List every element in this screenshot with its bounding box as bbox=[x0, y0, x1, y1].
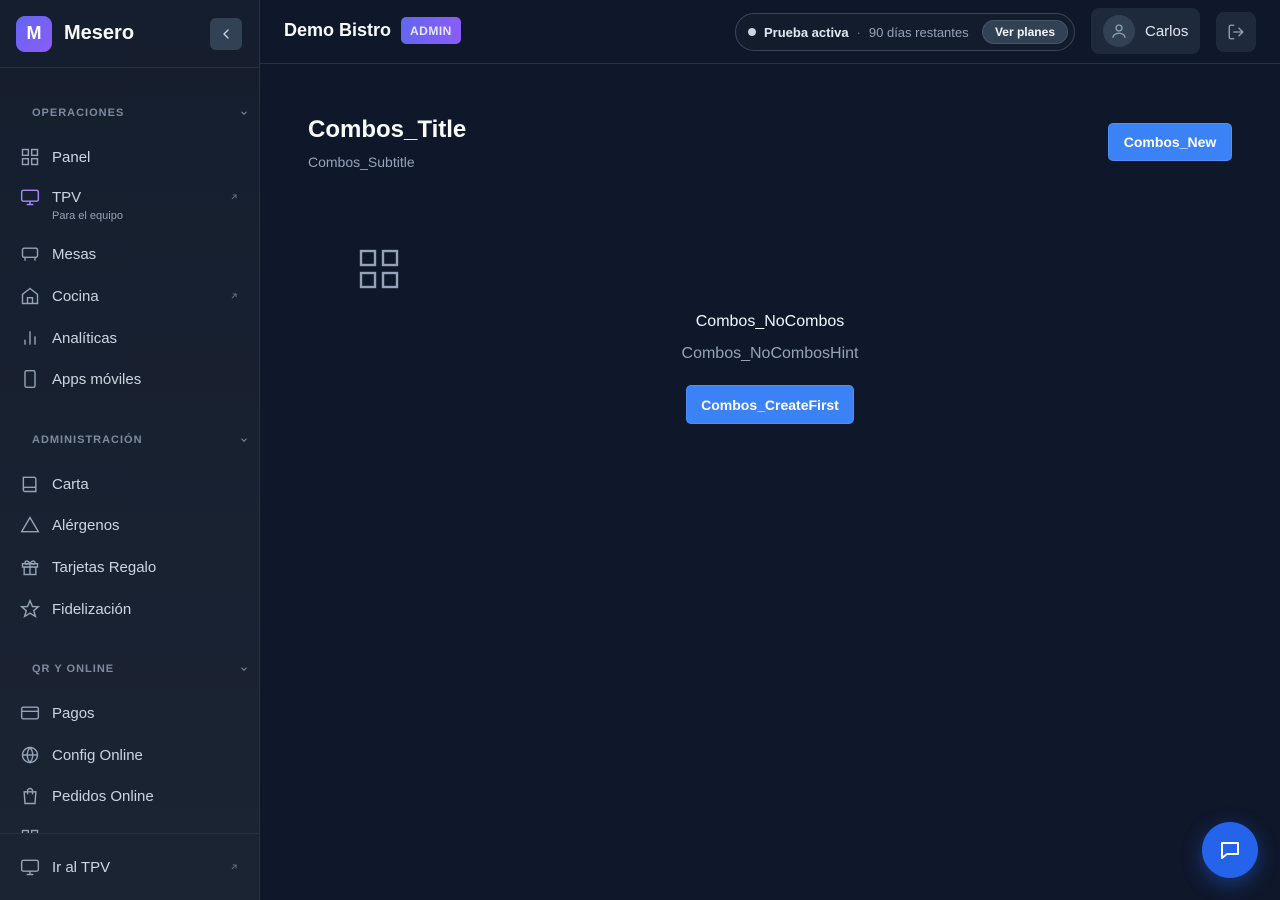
section-header-administracion[interactable]: ADMINISTRACIÓN bbox=[32, 432, 249, 448]
go-to-tpv-link[interactable]: Ir al TPV bbox=[20, 855, 239, 879]
sidebar-item-label: Alérgenos bbox=[52, 516, 120, 534]
empty-state-hint: Combos_NoCombosHint bbox=[681, 345, 859, 362]
app-logo[interactable]: M bbox=[16, 15, 52, 52]
table-icon bbox=[21, 247, 39, 261]
sidebar: M Mesero OPERACIONES Panel TPV Para el e… bbox=[0, 0, 260, 900]
trial-status: Prueba activa bbox=[764, 24, 849, 40]
star-icon bbox=[20, 599, 40, 619]
chevron-left-icon bbox=[223, 29, 229, 39]
sidebar-item-fidelizacion[interactable]: Fidelización bbox=[20, 597, 239, 621]
chevron-down-icon bbox=[241, 438, 247, 442]
smartphone-icon bbox=[24, 369, 36, 389]
external-link-icon bbox=[231, 864, 237, 870]
collapse-sidebar-button[interactable] bbox=[210, 18, 242, 50]
grid-icon bbox=[21, 148, 39, 166]
sidebar-item-label: Cocina bbox=[52, 287, 99, 305]
section-title: ADMINISTRACIÓN bbox=[32, 434, 143, 446]
chat-icon bbox=[1221, 842, 1239, 859]
gift-icon bbox=[21, 560, 39, 576]
sidebar-item-apps-moviles[interactable]: Apps móviles bbox=[20, 367, 239, 391]
chevron-down-icon bbox=[241, 667, 247, 671]
sidebar-item-tpv[interactable]: TPV bbox=[20, 185, 239, 209]
credit-card-icon bbox=[20, 706, 40, 720]
sidebar-item-tarjetas-regalo[interactable]: Tarjetas Regalo bbox=[20, 555, 239, 579]
app-name: Mesero bbox=[64, 22, 135, 44]
external-link-icon bbox=[231, 194, 237, 200]
sidebar-item-label: Tarjetas Regalo bbox=[52, 558, 157, 576]
sidebar-item-mesas[interactable]: Mesas bbox=[20, 242, 239, 266]
user-icon bbox=[1112, 24, 1126, 38]
monitor-icon bbox=[20, 859, 40, 876]
sidebar-item-label: Panel bbox=[52, 148, 91, 166]
sidebar-item-label: Analíticas bbox=[52, 329, 118, 347]
warning-icon bbox=[20, 516, 40, 533]
brand-header: M Mesero bbox=[0, 0, 259, 68]
trial-days-left: 90 días restantes bbox=[868, 24, 969, 40]
section-title: QR Y ONLINE bbox=[32, 663, 115, 675]
section-header-qr-online[interactable]: QR Y ONLINE bbox=[32, 661, 249, 677]
sidebar-item-partial[interactable] bbox=[20, 826, 239, 833]
chat-button[interactable] bbox=[1202, 822, 1258, 878]
sidebar-nav: OPERACIONES Panel TPV Para el equipo Mes… bbox=[0, 69, 259, 833]
top-bar: Demo Bistro ADMIN Prueba activa · 90 día… bbox=[260, 0, 1280, 64]
create-first-combo-button[interactable]: Combos_CreateFirst bbox=[686, 385, 854, 424]
trial-status-pill: Prueba activa · 90 días restantes Ver pl… bbox=[735, 13, 1075, 51]
new-combo-button[interactable]: Combos_New bbox=[1108, 123, 1232, 161]
chevron-down-icon bbox=[241, 111, 247, 115]
section-title: OPERACIONES bbox=[32, 107, 125, 119]
monitor-icon bbox=[20, 189, 40, 206]
sidebar-item-pagos[interactable]: Pagos bbox=[20, 701, 239, 725]
home-icon bbox=[21, 287, 39, 305]
sidebar-item-label: Carta bbox=[52, 475, 89, 493]
view-plans-button[interactable]: Ver planes bbox=[981, 20, 1068, 44]
section-header-operaciones[interactable]: OPERACIONES bbox=[32, 105, 249, 121]
sidebar-item-carta[interactable]: Carta bbox=[20, 472, 239, 496]
user-name: Carlos bbox=[1145, 22, 1189, 40]
sidebar-item-label: Pedidos Online bbox=[52, 787, 154, 805]
logout-icon bbox=[1228, 24, 1244, 40]
sidebar-item-label: Config Online bbox=[52, 746, 143, 764]
book-icon bbox=[22, 476, 37, 493]
trial-separator: · bbox=[856, 24, 861, 40]
sidebar-item-label: Pagos bbox=[52, 704, 95, 722]
external-link-icon bbox=[231, 293, 237, 299]
sidebar-item-alergenos[interactable]: Alérgenos bbox=[20, 513, 239, 537]
page-subtitle: Combos_Subtitle bbox=[308, 154, 415, 170]
avatar bbox=[1103, 15, 1135, 47]
status-dot-icon bbox=[748, 28, 756, 36]
grid-icon bbox=[359, 249, 399, 289]
sidebar-item-panel[interactable]: Panel bbox=[20, 145, 239, 169]
sidebar-item-label: TPV bbox=[52, 188, 82, 206]
venue-name: Demo Bistro bbox=[284, 20, 392, 40]
logout-button[interactable] bbox=[1216, 12, 1256, 52]
role-badge: ADMIN bbox=[401, 17, 461, 44]
page-title: Combos_Title bbox=[308, 116, 467, 143]
sidebar-item-cocina[interactable]: Cocina bbox=[20, 284, 239, 308]
empty-state-title: Combos_NoCombos bbox=[695, 313, 845, 330]
globe-icon bbox=[21, 746, 39, 764]
sidebar-item-label: Fidelización bbox=[52, 600, 132, 618]
go-to-tpv-label: Ir al TPV bbox=[52, 858, 111, 876]
sidebar-item-config-online[interactable]: Config Online bbox=[20, 743, 239, 767]
shopping-bag-icon bbox=[23, 787, 37, 805]
sidebar-item-label: Mesas bbox=[52, 245, 97, 263]
sidebar-item-pedidos-online[interactable]: Pedidos Online bbox=[20, 784, 239, 808]
sidebar-item-label: Apps móviles bbox=[52, 370, 142, 388]
sidebar-item-subtitle: Para el equipo bbox=[52, 210, 123, 222]
user-menu-button[interactable]: Carlos bbox=[1091, 8, 1200, 54]
sidebar-footer: Ir al TPV bbox=[0, 833, 259, 900]
